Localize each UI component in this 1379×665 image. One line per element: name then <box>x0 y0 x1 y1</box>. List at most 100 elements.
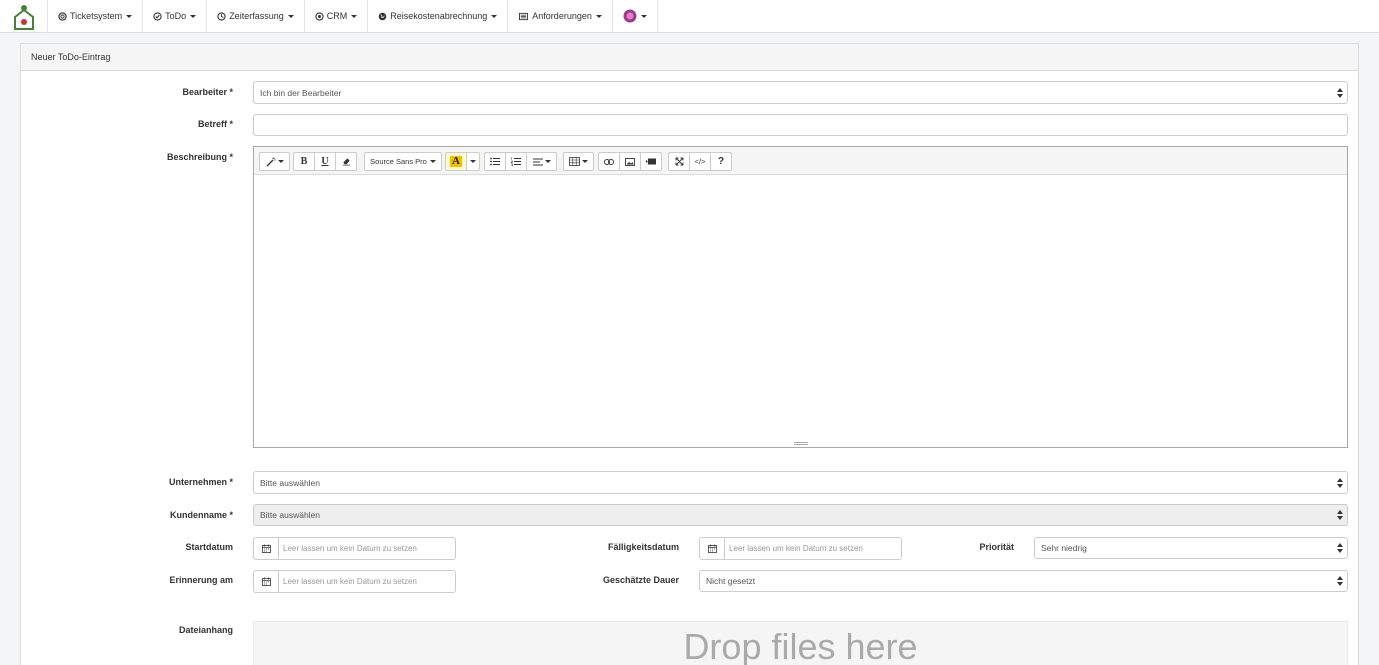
kundenname-select[interactable]: Bitte auswählen <box>253 504 1348 526</box>
nav-todo[interactable]: ToDo <box>143 0 208 32</box>
faelligkeit-calendar-button[interactable] <box>699 537 725 560</box>
nav-label: Zeiterfassung <box>229 11 284 21</box>
style-button[interactable] <box>259 152 290 171</box>
erinnerung-calendar-button[interactable] <box>253 570 279 593</box>
select-arrows-icon <box>1337 87 1343 98</box>
select-arrows-icon <box>1337 576 1343 586</box>
caret-down-icon <box>491 14 498 18</box>
toolbar-group-color: A <box>445 152 480 171</box>
caret-down-icon <box>595 14 602 18</box>
erinnerung-group: Leer lassen um kein Datum zu setzen <box>253 570 456 593</box>
nav-label: Reisekostenabrechnung <box>390 11 488 21</box>
caret-down-icon <box>582 160 588 163</box>
toolbar-group-insert <box>598 152 662 171</box>
picture-button[interactable] <box>619 152 641 171</box>
align-left-icon <box>532 158 543 165</box>
dauer-value: Nicht gesetzt <box>706 576 756 586</box>
font-family-value: Source Sans Pro <box>370 157 427 166</box>
erinnerung-label: Erinnerung am <box>169 575 233 585</box>
panel-heading: Neuer ToDo-Eintrag <box>21 44 1358 71</box>
nav-ticketsystem[interactable]: Ticketsystem <box>48 0 144 32</box>
link-icon <box>604 158 614 165</box>
table-dropdown[interactable] <box>563 152 594 171</box>
dateianhang-label: Dateianhang <box>178 625 233 635</box>
faelligkeit-label: Fälligkeitsdatum <box>607 542 679 552</box>
calendar-icon <box>261 544 271 553</box>
house-logo-icon <box>13 4 34 30</box>
startdatum-label: Startdatum <box>185 542 233 552</box>
startdatum-calendar-button[interactable] <box>253 537 279 560</box>
bold-button[interactable]: B <box>293 152 315 171</box>
dauer-select[interactable]: Nicht gesetzt <box>699 570 1348 592</box>
kundenname-value: Bitte auswählen <box>260 510 321 520</box>
video-button[interactable] <box>640 152 662 171</box>
nav-crm[interactable]: CRM <box>305 0 369 32</box>
editor-resize-handle[interactable] <box>794 442 808 445</box>
unordered-list-button[interactable] <box>484 152 506 171</box>
nav-zeiterfassung[interactable]: Zeiterfassung <box>207 0 305 32</box>
toolbar-group-font: B U <box>293 152 357 171</box>
nav-anforderungen[interactable]: Anforderungen <box>508 0 613 32</box>
toolbar-group-fontname: Source Sans Pro <box>364 152 442 171</box>
list-alt-icon <box>519 12 529 20</box>
app-logo[interactable] <box>0 0 48 33</box>
beschreibung-label: Beschreibung * <box>166 152 233 162</box>
text-color-button[interactable]: A <box>445 152 467 171</box>
dauer-label: Geschätzte Dauer <box>602 575 679 585</box>
clear-format-button[interactable] <box>335 152 357 171</box>
nav-user-menu[interactable] <box>613 0 658 32</box>
nav-label: Anforderungen <box>532 11 592 21</box>
nav-label: Ticketsystem <box>70 11 123 21</box>
unternehmen-value: Bitte auswählen <box>260 477 321 488</box>
startdatum-input[interactable]: Leer lassen um kein Datum zu setzen <box>279 537 456 560</box>
startdatum-group: Leer lassen um kein Datum zu setzen <box>253 537 456 560</box>
bearbeiter-value: Ich bin der Bearbeiter <box>260 87 342 98</box>
question-icon: ? <box>717 156 725 167</box>
editor-toolbar: B U Source Sans Pro A </> ? <box>254 147 1347 175</box>
bearbeiter-label: Bearbeiter * <box>182 87 233 97</box>
toolbar-group-view: </> ? <box>668 152 732 171</box>
bearbeiter-select[interactable]: Ich bin der Bearbeiter <box>253 81 1348 104</box>
top-navbar: Ticketsystem ToDo Zeiterfassung CRM Reis… <box>0 0 1379 33</box>
file-dropzone[interactable]: Drop files here <box>253 621 1348 665</box>
editor-content-area[interactable] <box>254 175 1347 447</box>
dropzone-text: Drop files here <box>683 626 918 665</box>
unternehmen-select[interactable]: Bitte auswählen <box>253 471 1348 494</box>
betreff-input[interactable] <box>253 114 1348 136</box>
text-color-dropdown[interactable] <box>466 152 480 171</box>
caret-down-icon <box>126 14 133 18</box>
paragraph-align-dropdown[interactable] <box>526 152 557 171</box>
prioritaet-value: Sehr niedrig <box>1041 543 1087 553</box>
kundenname-label: Kundenname * <box>169 510 233 520</box>
list-ul-icon <box>490 157 500 166</box>
globe-icon <box>378 12 387 20</box>
toolbar-group-table <box>563 152 594 171</box>
caret-down-icon <box>351 14 358 18</box>
todo-panel: Neuer ToDo-Eintrag Bearbeiter * Ich bin … <box>20 43 1359 665</box>
underline-button[interactable]: U <box>314 152 336 171</box>
fullscreen-button[interactable] <box>668 152 690 171</box>
ordered-list-button[interactable] <box>505 152 527 171</box>
nav-label: CRM <box>326 11 348 21</box>
code-icon: </> <box>694 157 706 166</box>
calendar-icon <box>261 577 271 586</box>
nav-reisekosten[interactable]: Reisekostenabrechnung <box>368 0 509 32</box>
code-view-button[interactable]: </> <box>689 152 711 171</box>
faelligkeit-input[interactable]: Leer lassen um kein Datum zu setzen <box>725 537 902 560</box>
rich-text-editor: B U Source Sans Pro A </> ? <box>253 146 1348 448</box>
caret-down-icon <box>287 14 294 18</box>
clock-icon <box>217 11 226 21</box>
toolbar-group-para <box>484 152 557 171</box>
panel-title: Neuer ToDo-Eintrag <box>31 52 111 62</box>
prioritaet-select[interactable]: Sehr niedrig <box>1034 537 1348 559</box>
link-button[interactable] <box>598 152 620 171</box>
erinnerung-input[interactable]: Leer lassen um kein Datum zu setzen <box>279 570 456 593</box>
calendar-icon <box>707 544 717 553</box>
help-button[interactable]: ? <box>710 152 732 171</box>
bold-icon: B <box>300 156 308 167</box>
font-family-dropdown[interactable]: Source Sans Pro <box>364 152 442 171</box>
caret-down-icon <box>429 160 436 163</box>
video-icon <box>646 158 656 165</box>
caret-down-icon <box>544 160 551 163</box>
expand-icon <box>675 157 683 166</box>
